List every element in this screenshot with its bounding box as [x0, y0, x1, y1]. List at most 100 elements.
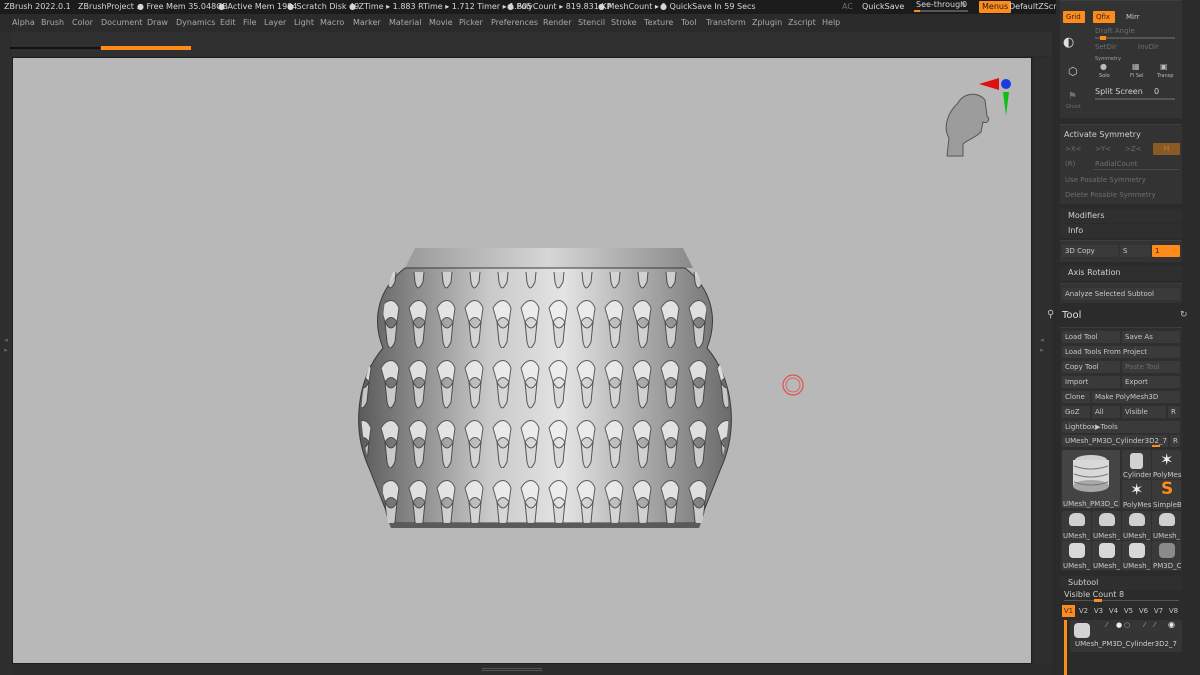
menu-document[interactable]: Document	[101, 14, 142, 32]
3d-copy-button[interactable]: 3D Copy	[1062, 245, 1118, 257]
copy-tool-button[interactable]: Copy Tool	[1062, 361, 1120, 373]
menu-material[interactable]: Material	[389, 14, 422, 32]
draft-angle-handle[interactable]	[1100, 36, 1106, 40]
lightbox-tools-button[interactable]: Lightbox▶Tools	[1062, 421, 1180, 433]
split-screen-value[interactable]: 0	[1154, 87, 1159, 96]
subtool-dynamic-icon[interactable]: ⁄	[1144, 621, 1145, 629]
use-posable-symmetry-button[interactable]: Use Posable Symmetry	[1065, 176, 1146, 184]
set-dir-button[interactable]: SetDir	[1095, 43, 1117, 51]
goz-button[interactable]: GoZ	[1062, 406, 1090, 418]
save-as-button[interactable]: Save As	[1122, 331, 1180, 343]
m-button[interactable]: M	[1153, 143, 1180, 155]
menu-stencil[interactable]: Stencil	[578, 14, 605, 32]
subtool-section[interactable]: Subtool	[1060, 576, 1182, 590]
draft-angle-track[interactable]	[1095, 37, 1175, 39]
menu-texture[interactable]: Texture	[644, 14, 673, 32]
menu-preferences[interactable]: Preferences	[491, 14, 538, 32]
menus-toggle[interactable]: Menus	[979, 1, 1012, 13]
qfix-button[interactable]: Qfix	[1093, 11, 1115, 23]
tool-palette-title[interactable]: Tool	[1046, 308, 1194, 324]
ac-button[interactable]: AC	[842, 0, 853, 14]
axis-rotation-section[interactable]: Axis Rotation	[1060, 266, 1182, 280]
z-axis-button[interactable]: >Z<	[1125, 145, 1142, 153]
menu-help[interactable]: Help	[822, 14, 840, 32]
ghost-icon[interactable]: ⚑	[1068, 91, 1077, 102]
tool-thumb-umesh-1[interactable]: UMesh_	[1062, 511, 1091, 540]
menu-light[interactable]: Light	[294, 14, 314, 32]
current-tool-r-button[interactable]: R	[1170, 435, 1180, 447]
menu-zscript[interactable]: Zscript	[788, 14, 816, 32]
cube-icon[interactable]: ⬡	[1068, 65, 1078, 78]
visibility-set-v1[interactable]: V1	[1062, 605, 1075, 617]
axis-y-icon[interactable]	[1003, 92, 1009, 116]
visibility-set-v7[interactable]: V7	[1152, 605, 1165, 617]
tool-thumb-umesh-4[interactable]: UMesh_	[1152, 511, 1181, 540]
menu-brush[interactable]: Brush	[41, 14, 64, 32]
menu-stroke[interactable]: Stroke	[611, 14, 637, 32]
axis-z-icon[interactable]	[1001, 79, 1011, 89]
tool-thumb-umesh-7[interactable]: UMesh_	[1122, 541, 1151, 570]
tool-thumb-umesh-5[interactable]: UMesh_	[1062, 541, 1091, 570]
left-tray-arrow-icon[interactable]: ◂ ▸	[2, 335, 10, 365]
split-screen-label[interactable]: Split Screen	[1095, 87, 1143, 96]
grid-button[interactable]: Grid	[1063, 11, 1085, 23]
refresh-icon[interactable]: ↻	[1180, 310, 1188, 320]
menu-render[interactable]: Render	[543, 14, 571, 32]
visibility-set-v5[interactable]: V5	[1122, 605, 1135, 617]
tool-thumb-cylinder[interactable]: Cylinder	[1122, 450, 1151, 479]
menu-macro[interactable]: Macro	[320, 14, 344, 32]
tool-thumb-polymesh[interactable]: ✶ PolyMes	[1152, 450, 1181, 479]
visibility-set-v2[interactable]: V2	[1077, 605, 1090, 617]
r-button[interactable]: (R)	[1065, 160, 1075, 168]
tool-thumb-main[interactable]: UMesh_PM3D_C	[1062, 450, 1120, 508]
subtool-polypaint-icon[interactable]: ●	[1116, 621, 1122, 629]
canvas-viewport[interactable]	[12, 57, 1032, 664]
export-button[interactable]: Export	[1122, 376, 1180, 388]
modifiers-section[interactable]: Modifiers	[1060, 209, 1182, 223]
right-tray-arrow-icon[interactable]: ◂ ▸	[1038, 335, 1046, 365]
see-through-slider[interactable]: See-through 0	[914, 0, 970, 13]
menu-layer[interactable]: Layer	[264, 14, 286, 32]
radial-count-slider[interactable]: RadialCount	[1095, 160, 1137, 168]
visibility-set-v8[interactable]: V8	[1167, 605, 1180, 617]
visibility-set-v6[interactable]: V6	[1137, 605, 1150, 617]
tool-thumb-umesh-6[interactable]: UMesh_	[1092, 541, 1121, 570]
split-screen-track[interactable]	[1095, 98, 1175, 100]
mirror-button[interactable]: Mirr	[1123, 11, 1145, 23]
menu-transform[interactable]: Transform	[706, 14, 746, 32]
menu-marker[interactable]: Marker	[353, 14, 381, 32]
delete-posable-symmetry-button[interactable]: Delete Posable Symmetry	[1065, 191, 1156, 199]
tool-pin-icon[interactable]: ⚲	[1047, 309, 1054, 320]
menu-edit[interactable]: Edit	[220, 14, 236, 32]
menu-file[interactable]: File	[243, 14, 256, 32]
activate-symmetry-button[interactable]: Activate Symmetry	[1064, 130, 1141, 139]
contrast-icon[interactable]: ◐	[1063, 35, 1074, 50]
tool-thumb-umesh-3[interactable]: UMesh_	[1122, 511, 1151, 540]
axis-x-icon[interactable]	[979, 78, 999, 90]
menu-draw[interactable]: Draw	[147, 14, 168, 32]
menu-tool[interactable]: Tool	[681, 14, 697, 32]
quicksave-button[interactable]: QuickSave	[862, 0, 904, 14]
load-tool-button[interactable]: Load Tool	[1062, 331, 1120, 343]
subtool-eye-icon[interactable]: ◉	[1168, 620, 1175, 629]
tool-thumb-simpleb[interactable]: S SimpleB	[1152, 480, 1181, 509]
analyze-subtool-button[interactable]: Analyze Selected Subtool	[1062, 288, 1180, 300]
menu-alpha[interactable]: Alpha	[12, 14, 35, 32]
goz-all-button[interactable]: All	[1092, 406, 1120, 418]
visibility-set-v4[interactable]: V4	[1107, 605, 1120, 617]
menu-picker[interactable]: Picker	[459, 14, 483, 32]
ghost-button[interactable]: Ghost	[1066, 104, 1081, 110]
menu-zplugin[interactable]: Zplugin	[752, 14, 782, 32]
copy3d-field[interactable]: 1	[1152, 245, 1180, 257]
visible-count-handle[interactable]	[1094, 599, 1102, 602]
menu-dynamics[interactable]: Dynamics	[176, 14, 215, 32]
y-axis-button[interactable]: >Y<	[1095, 145, 1111, 153]
navigation-gizmo[interactable]	[945, 78, 1011, 157]
solo-button[interactable]: Solo	[1099, 73, 1110, 79]
solo-icon[interactable]: ●	[1100, 62, 1107, 71]
x-axis-button[interactable]: >X<	[1065, 145, 1082, 153]
draft-angle-label[interactable]: Draft Angle	[1095, 27, 1135, 35]
goz-r-button[interactable]: R	[1168, 406, 1180, 418]
paste-tool-button[interactable]: Paste Tool	[1122, 361, 1180, 373]
inv-dir-button[interactable]: InvDir	[1138, 43, 1159, 51]
